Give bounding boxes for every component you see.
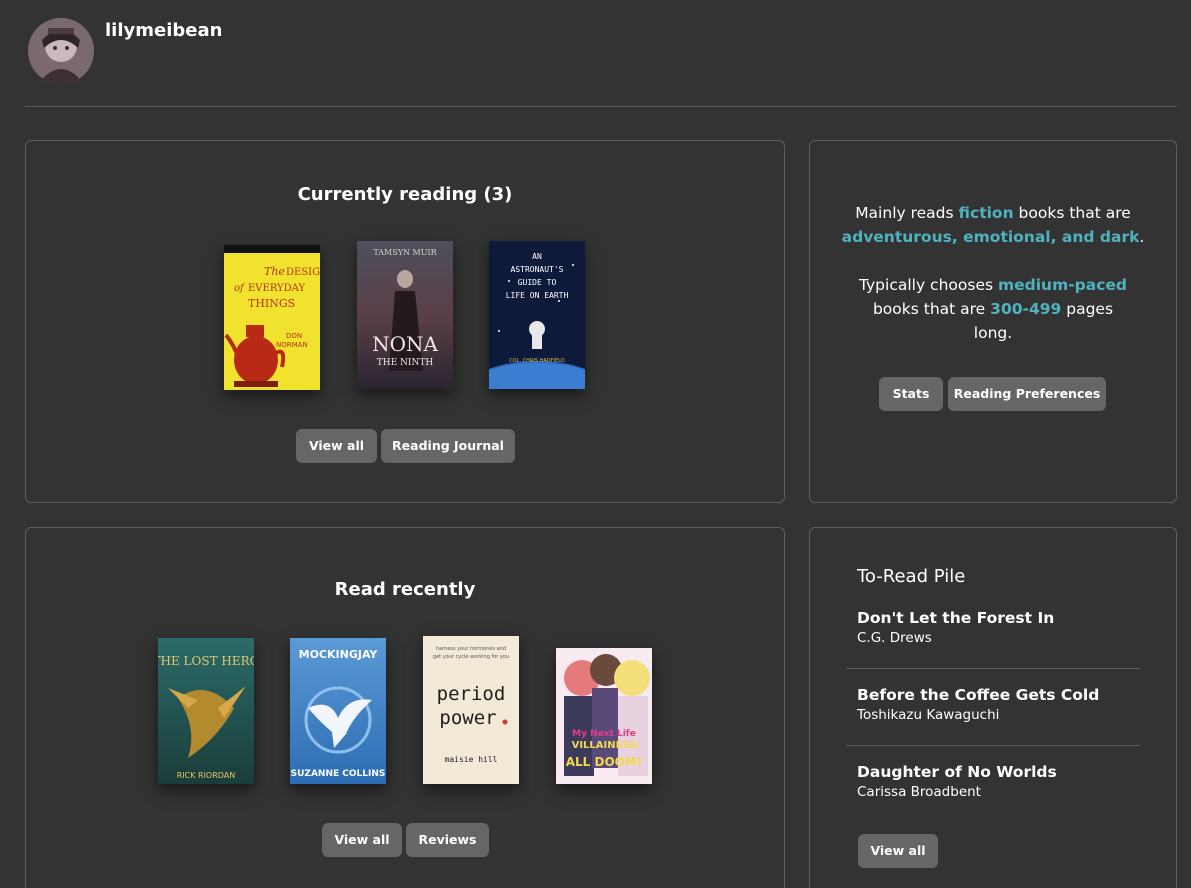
- moods-link[interactable]: adventurous, emotional, and dark: [842, 228, 1140, 246]
- svg-text:period: period: [437, 683, 506, 705]
- view-all-button[interactable]: View all: [322, 823, 402, 857]
- currently-reading-title: Currently reading (3): [297, 184, 513, 205]
- svg-text:NORMAN: NORMAN: [276, 341, 308, 349]
- svg-text:NONA: NONA: [372, 332, 438, 356]
- pages-link[interactable]: 300-499: [990, 300, 1061, 318]
- book-cover[interactable]: AN ASTRONAUT'S GUIDE TO LIFE ON EARTH CO…: [489, 241, 585, 389]
- read-recently-card: Read recently THE LOST HERO RICK RIORDAN…: [25, 527, 785, 888]
- svg-text:VILLAINESS:: VILLAINESS:: [572, 740, 641, 751]
- stats-text: Mainly reads: [855, 204, 959, 222]
- svg-text:THINGS: THINGS: [248, 297, 295, 310]
- view-all-button[interactable]: View all: [858, 834, 938, 868]
- svg-text:harness your hormones and: harness your hormones and: [436, 646, 506, 652]
- book-cover[interactable]: TAMSYN MUIR NONA THE NINTH: [357, 241, 453, 389]
- list-divider: [846, 668, 1140, 669]
- svg-text:power: power: [439, 707, 496, 729]
- stats-summary-1: Mainly reads fiction books that are adve…: [830, 201, 1156, 249]
- svg-text:LIFE ON EARTH: LIFE ON EARTH: [506, 291, 569, 300]
- list-item[interactable]: Before the Coffee Gets Cold Toshikazu Ka…: [857, 686, 1157, 723]
- to-read-pile-card: To-Read Pile Don't Let the Forest In C.G…: [809, 527, 1177, 888]
- read-recently-title: Read recently: [334, 579, 476, 600]
- genre-link[interactable]: fiction: [959, 204, 1014, 222]
- stats-text: books that are: [1013, 204, 1131, 222]
- stats-text: .: [1139, 228, 1145, 246]
- avatar[interactable]: [28, 18, 94, 84]
- stats-summary-2: Typically chooses medium-paced books tha…: [852, 273, 1134, 345]
- svg-text:DON: DON: [286, 332, 302, 340]
- svg-text:ALL DOOM!: ALL DOOM!: [566, 755, 643, 769]
- view-all-button[interactable]: View all: [296, 429, 377, 463]
- svg-text:TAMSYN MUIR: TAMSYN MUIR: [373, 248, 437, 257]
- svg-text:DESIGN: DESIGN: [286, 267, 320, 278]
- book-cover[interactable]: The DESIGN of EVERYDAY THINGS DON NORMAN: [224, 245, 320, 390]
- svg-text:GUIDE TO: GUIDE TO: [518, 278, 557, 287]
- svg-text:THE LOST HERO: THE LOST HERO: [158, 654, 254, 668]
- svg-text:EVERYDAY: EVERYDAY: [248, 283, 305, 294]
- svg-text:My Next Life: My Next Life: [572, 729, 636, 739]
- currently-reading-card: Currently reading (3) The DESIGN of EVER…: [25, 140, 785, 503]
- reviews-button[interactable]: Reviews: [406, 823, 489, 857]
- reading-stats-card: Mainly reads fiction books that are adve…: [809, 140, 1177, 503]
- book-author: Carissa Broadbent: [857, 784, 981, 800]
- list-item[interactable]: Don't Let the Forest In C.G. Drews: [857, 609, 1157, 646]
- stats-text: books that are: [872, 300, 991, 318]
- book-cover[interactable]: harness your hormones and get your cycle…: [423, 636, 519, 784]
- svg-text:COL. CHRIS HADFIELD: COL. CHRIS HADFIELD: [509, 358, 565, 364]
- avatar-image: [28, 18, 94, 84]
- svg-text:MOCKINGJAY: MOCKINGJAY: [299, 648, 379, 661]
- book-title[interactable]: Don't Let the Forest In: [857, 609, 1157, 627]
- svg-text:The: The: [264, 265, 285, 278]
- book-cover[interactable]: THE LOST HERO RICK RIORDAN: [158, 638, 254, 784]
- pace-link[interactable]: medium-paced: [998, 276, 1127, 294]
- book-title[interactable]: Before the Coffee Gets Cold: [857, 686, 1157, 704]
- stats-text: Typically chooses: [858, 276, 998, 294]
- svg-text:THE NINTH: THE NINTH: [377, 358, 434, 368]
- book-cover[interactable]: MOCKINGJAY SUZANNE COLLINS: [290, 638, 386, 784]
- svg-text:RICK RIORDAN: RICK RIORDAN: [177, 771, 236, 780]
- svg-text:maisie hill: maisie hill: [445, 755, 498, 764]
- list-item[interactable]: Daughter of No Worlds Carissa Broadbent: [857, 763, 1157, 800]
- svg-text:get your cycle working for you: get your cycle working for you: [433, 654, 509, 660]
- username[interactable]: lilymeibean: [105, 20, 222, 41]
- list-divider: [846, 745, 1140, 746]
- book-cover[interactable]: My Next Life VILLAINESS: ALL DOOM!: [556, 648, 652, 784]
- book-author: C.G. Drews: [857, 630, 932, 646]
- header-divider: [25, 106, 1177, 107]
- book-title[interactable]: Daughter of No Worlds: [857, 763, 1157, 781]
- stats-button[interactable]: Stats: [879, 377, 943, 411]
- svg-text:AN: AN: [532, 252, 542, 261]
- to-read-pile-title: To-Read Pile: [857, 566, 966, 587]
- book-author: Toshikazu Kawaguchi: [857, 707, 1000, 723]
- reading-preferences-button[interactable]: Reading Preferences: [948, 377, 1106, 411]
- svg-text:ASTRONAUT'S: ASTRONAUT'S: [511, 265, 564, 274]
- svg-text:SUZANNE COLLINS: SUZANNE COLLINS: [291, 769, 386, 779]
- reading-journal-button[interactable]: Reading Journal: [381, 429, 515, 463]
- profile-header: lilymeibean: [0, 0, 1191, 108]
